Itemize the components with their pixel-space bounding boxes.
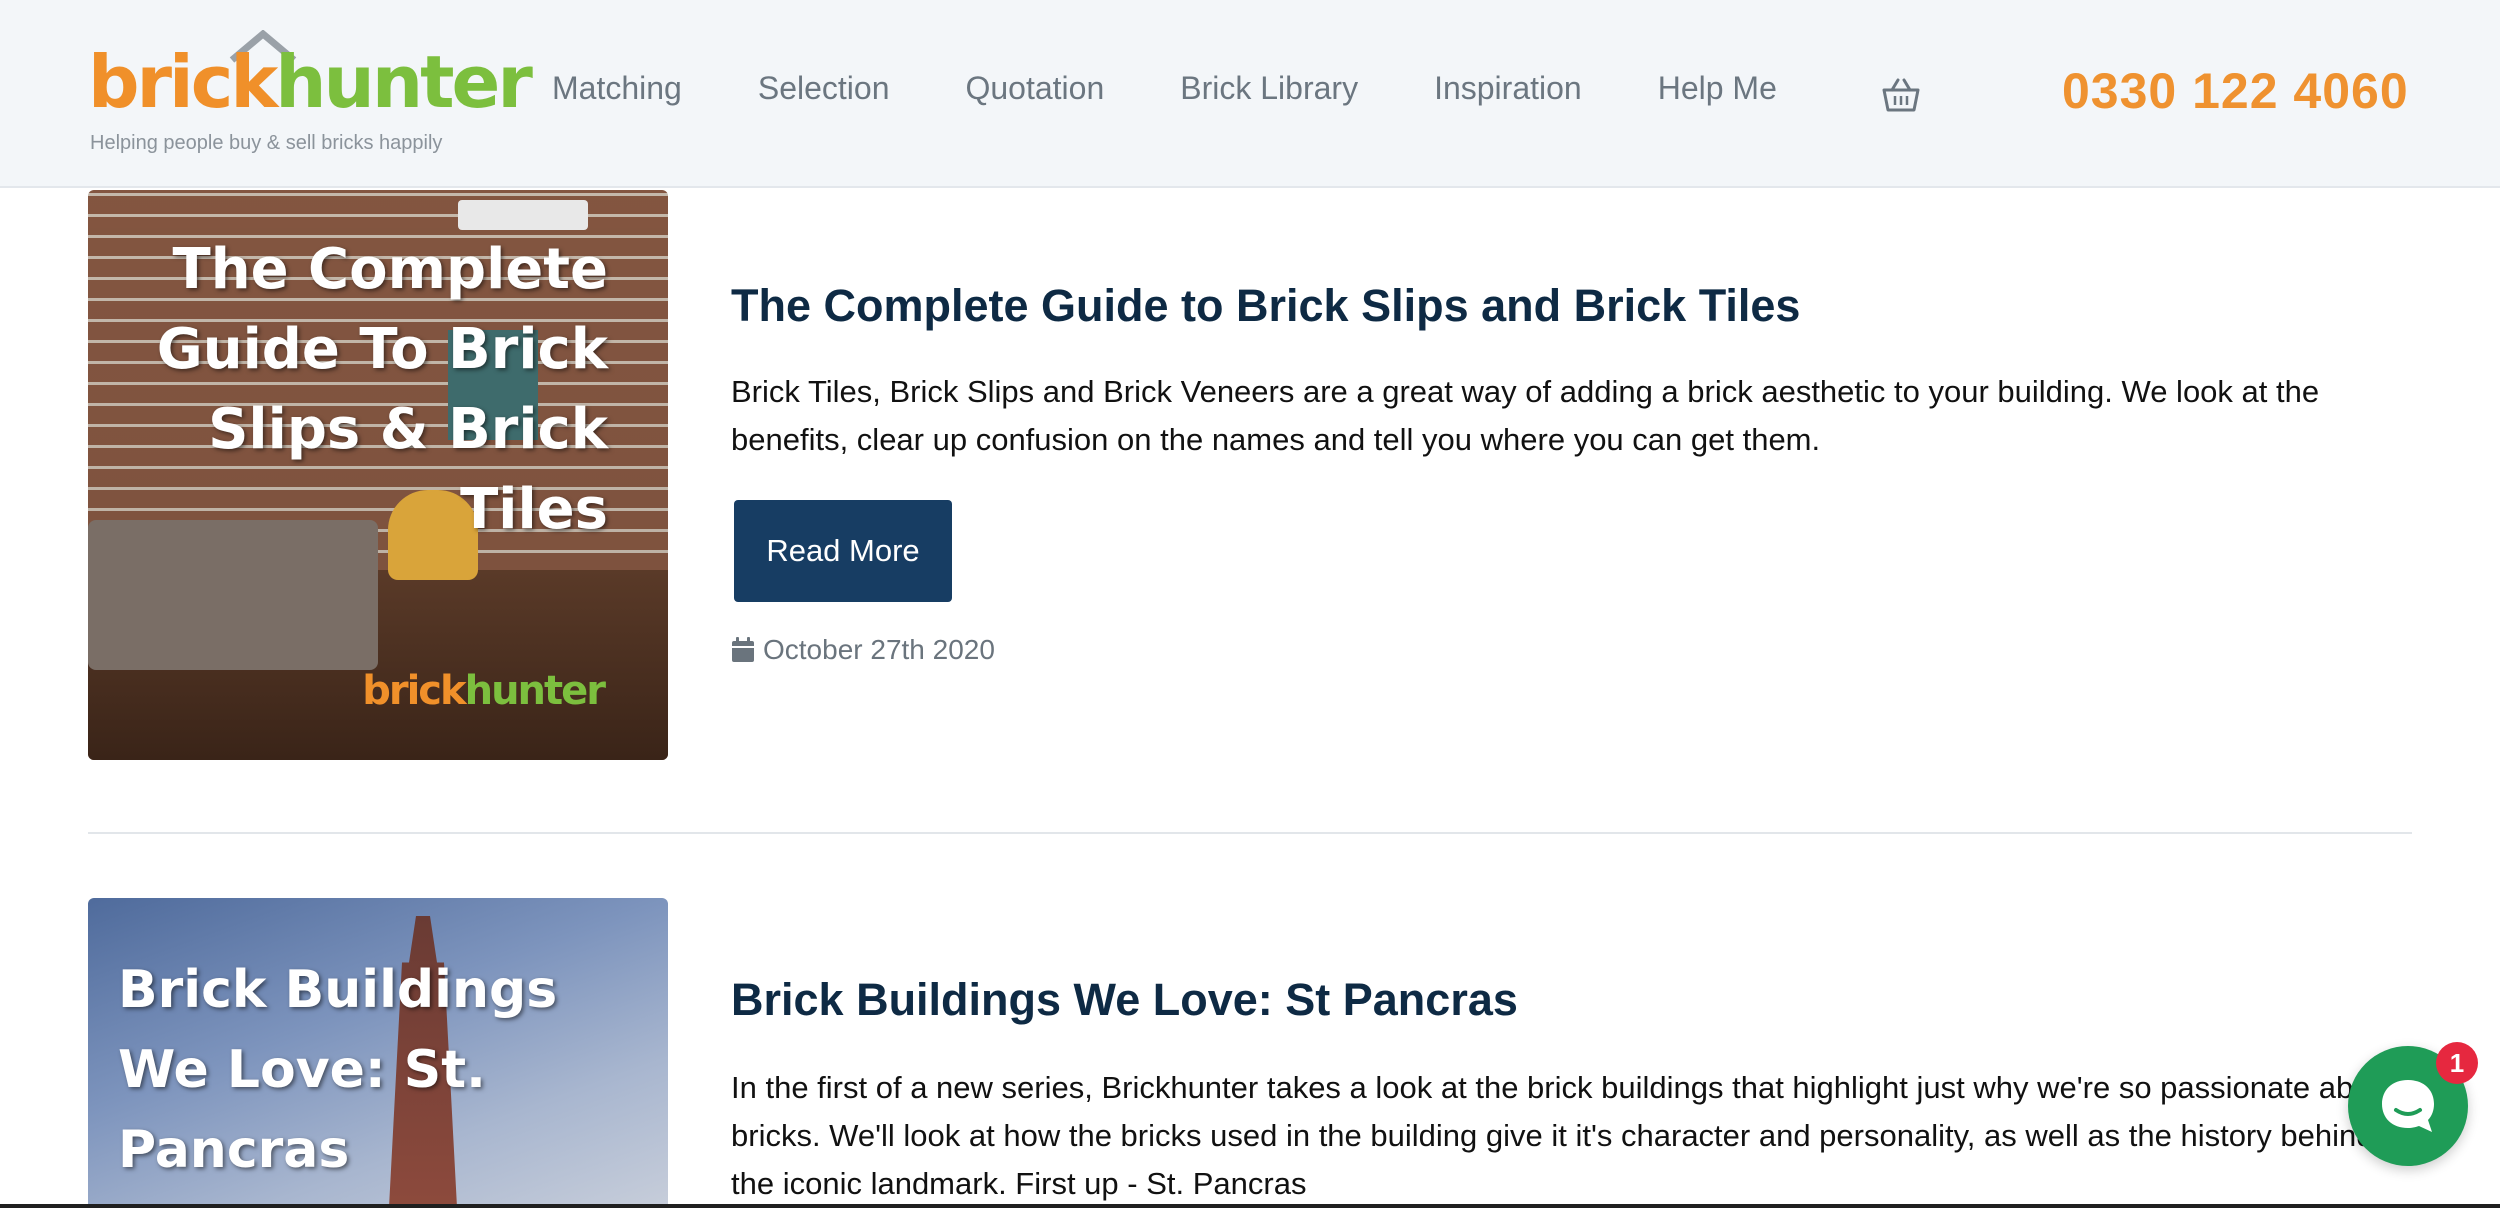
logo-tagline: Helping people buy & sell bricks happily bbox=[90, 132, 443, 154]
article-date: October 27th 2020 bbox=[731, 634, 995, 666]
article-title[interactable]: Brick Buildings We Love: St Pancras bbox=[731, 974, 1518, 1026]
article-thumbnail[interactable]: Brick Buildings We Love: St. Pancras bbox=[88, 898, 668, 1208]
article-divider bbox=[88, 832, 2412, 834]
article-title[interactable]: The Complete Guide to Brick Slips and Br… bbox=[731, 280, 1800, 332]
air-conditioner-graphic bbox=[458, 200, 588, 230]
article-thumbnail[interactable]: The Complete Guide To Brick Slips & Bric… bbox=[88, 190, 668, 760]
article-excerpt: In the first of a new series, Brickhunte… bbox=[731, 1070, 2397, 1201]
read-more-button[interactable]: Read More bbox=[734, 500, 952, 602]
basket-icon[interactable] bbox=[1880, 76, 1922, 114]
article-card: The Complete Guide To Brick Slips & Bric… bbox=[88, 190, 2412, 760]
nav-item-quotation[interactable]: Quotation bbox=[965, 70, 1104, 107]
article-excerpt: Brick Tiles, Brick Slips and Brick Venee… bbox=[731, 374, 2320, 457]
viewport-bottom-edge bbox=[0, 1204, 2500, 1208]
nav-item-inspiration[interactable]: Inspiration bbox=[1434, 70, 1582, 107]
nav-item-selection[interactable]: Selection bbox=[758, 70, 890, 107]
phone-number[interactable]: 0330 122 4060 bbox=[2062, 62, 2409, 120]
chat-unread-badge: 1 bbox=[2436, 1042, 2478, 1084]
thumbnail-title: The Complete Guide To Brick Slips & Bric… bbox=[156, 237, 608, 542]
nav-item-matching[interactable]: Matching bbox=[552, 70, 682, 107]
nav-item-help-me[interactable]: Help Me bbox=[1658, 70, 1777, 107]
thumbnail-logo: brickhunter bbox=[362, 668, 606, 714]
thumbnail-title: Brick Buildings We Love: St. Pancras bbox=[118, 960, 558, 1180]
chat-bubble-icon bbox=[2382, 1080, 2434, 1132]
main-nav: Matching Selection Quotation Brick Libra… bbox=[552, 70, 1853, 107]
site-header: brickhunter Helping people buy & sell br… bbox=[0, 0, 2500, 188]
article-card: Brick Buildings We Love: St. Pancras Bri… bbox=[88, 898, 2412, 1208]
nav-item-brick-library[interactable]: Brick Library bbox=[1180, 70, 1358, 107]
brickhunter-logo[interactable]: brickhunter Helping people buy & sell br… bbox=[88, 28, 533, 158]
calendar-icon bbox=[732, 637, 754, 662]
logo-wordmark: brickhunter bbox=[88, 40, 533, 124]
article-date-text: October 27th 2020 bbox=[763, 634, 995, 665]
